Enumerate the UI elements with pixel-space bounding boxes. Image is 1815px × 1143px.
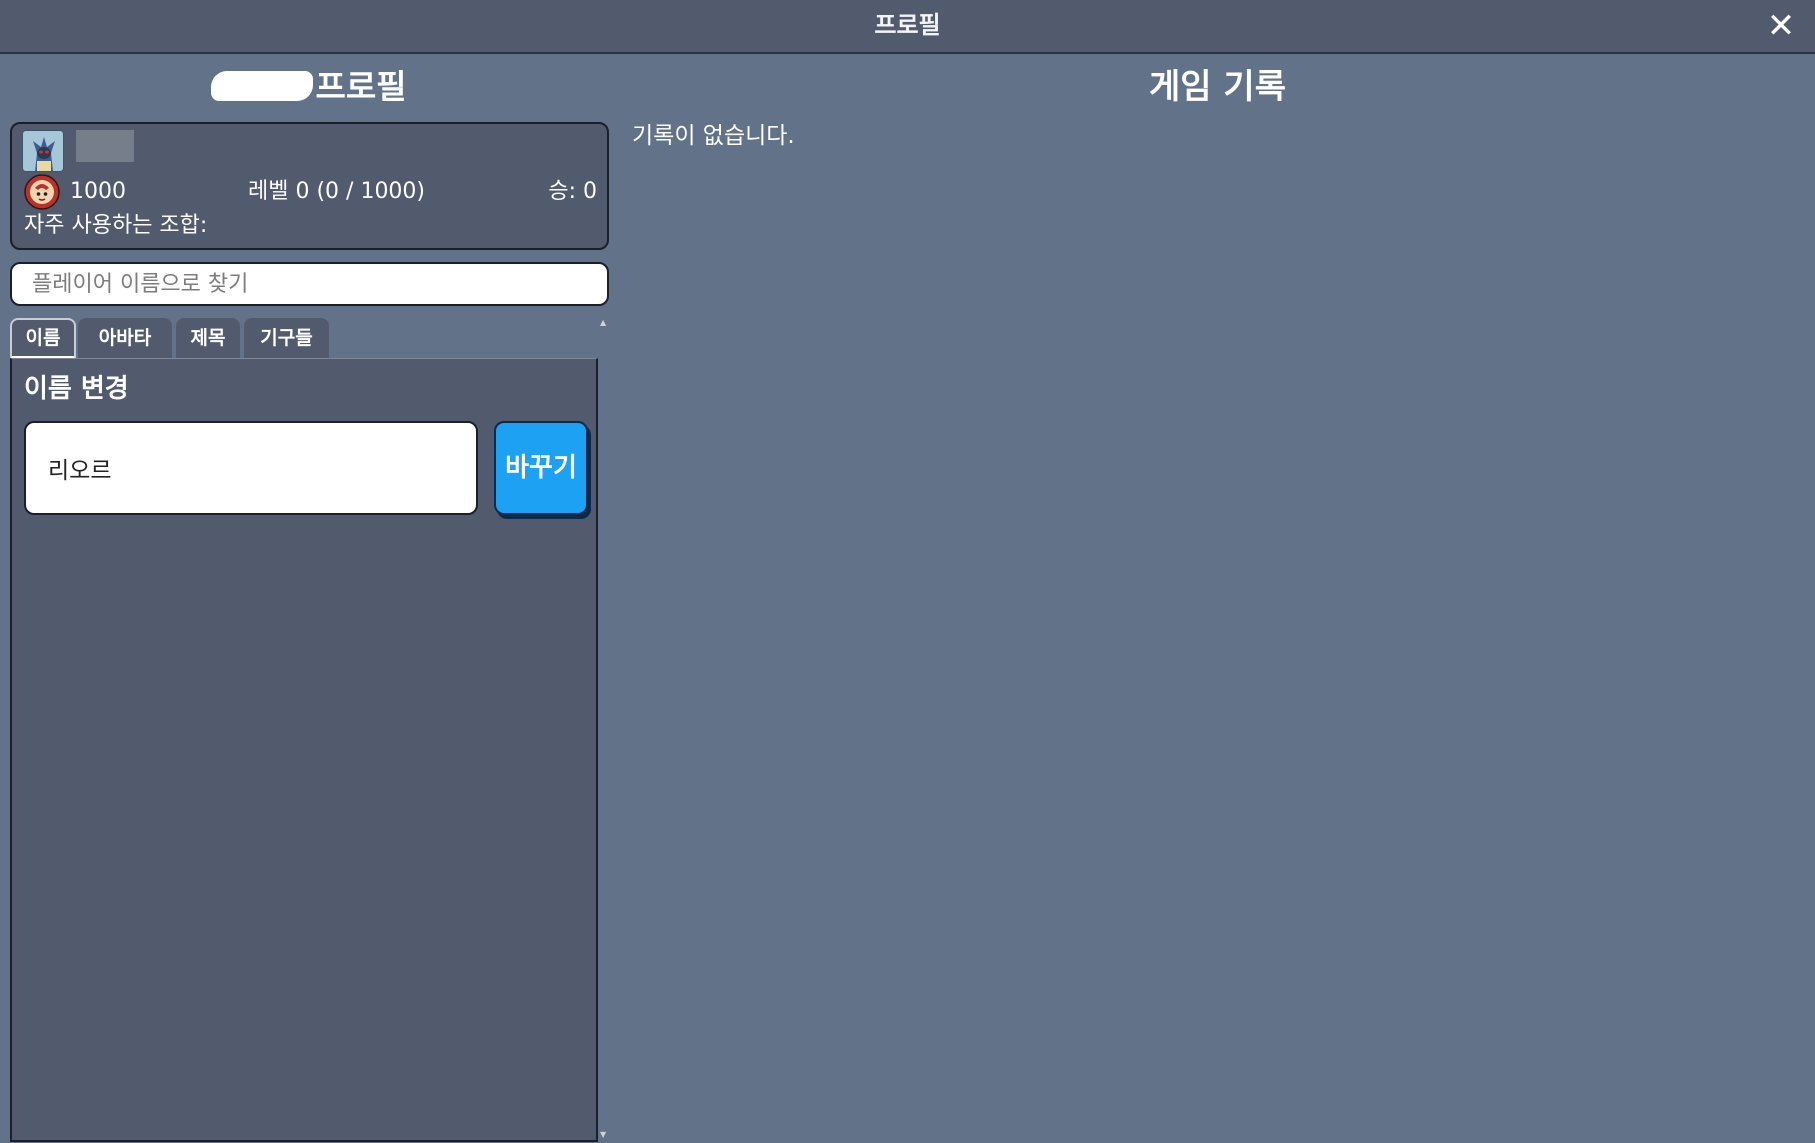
level-text: 레벨 0 (0 / 1000) [248,179,426,204]
window-title: 프로필 [874,11,941,39]
wins-count: 승: 0 [548,179,597,204]
name-change-panel: 이름 변경 바꾸기 [10,358,598,1142]
rating-value: 1000 [70,179,126,204]
avatar [22,130,64,172]
profile-heading: 프로필 [10,64,608,110]
player-search-input[interactable] [10,262,609,306]
title-bar: 프로필 ✕ [0,0,1815,54]
redacted-username [76,130,134,162]
name-change-heading: 이름 변경 [24,374,129,404]
profile-heading-label: 프로필 [315,67,407,106]
change-name-button[interactable]: 바꾸기 [494,421,588,515]
favorite-combo-label: 자주 사용하는 조합: [24,213,208,238]
profile-card: 1000 레벨 0 (0 / 1000) 승: 0 자주 사용하는 조합: [10,122,609,250]
scroll-down-icon[interactable]: ▼ [600,1131,608,1139]
scroll-up-icon[interactable]: ▲ [600,319,608,327]
tab-title[interactable]: 제목 [176,318,240,360]
rating-badge-icon [24,174,60,210]
close-icon[interactable]: ✕ [1761,6,1801,46]
new-name-input[interactable] [24,421,478,515]
tab-avatar[interactable]: 아바타 [78,318,172,360]
tab-name[interactable]: 이름 [10,318,76,360]
redacted-player-name [211,70,314,101]
no-records-message: 기록이 없습니다. [632,123,795,149]
tab-equipment[interactable]: 기구들 [244,318,329,360]
game-history-heading: 게임 기록 [1149,67,1286,107]
